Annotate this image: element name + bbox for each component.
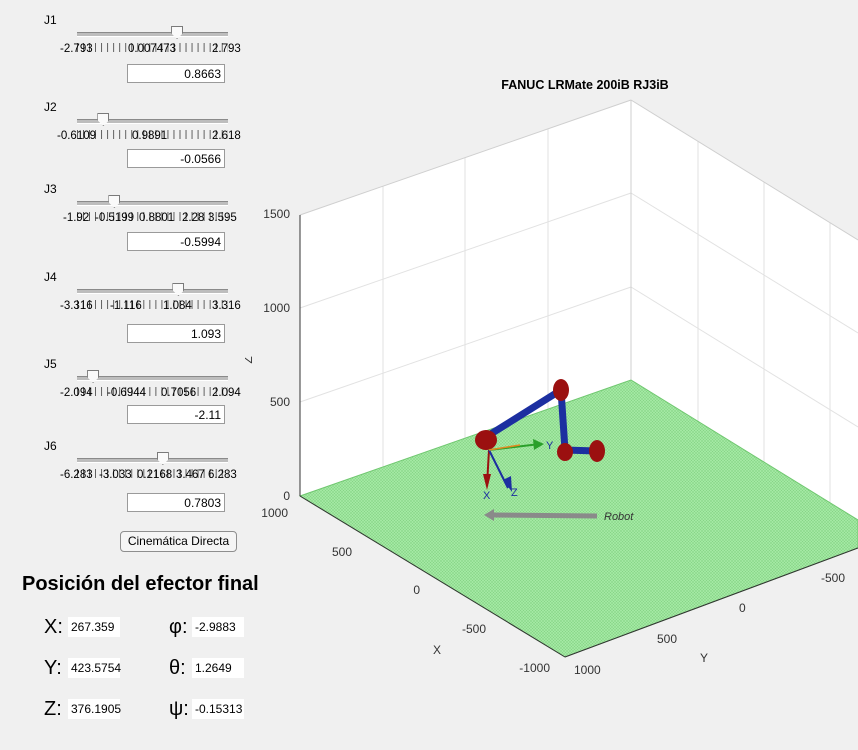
z-tick-label: 0: [283, 489, 290, 503]
robot-3d-plot[interactable]: 1500 1000 500 0 Z 1000 500 0 -500 -1000 …: [245, 60, 858, 750]
tick-label: -1.92: [63, 212, 90, 224]
slider-ticks: [77, 387, 228, 396]
slider-thumb[interactable]: [156, 452, 169, 465]
y-label: Y:: [44, 657, 62, 679]
j4-slider[interactable]: [77, 282, 228, 309]
joint-j2: J2 -0.6109 0.9891 2.618 -0.0566: [0, 100, 250, 192]
z-tick-label: 1000: [263, 301, 290, 315]
tick-label: -0.5199: [95, 212, 135, 224]
tick-label: 0.8801: [139, 212, 175, 224]
tick-label: 3.467: [176, 469, 205, 481]
theta-value-field[interactable]: 1.2649: [192, 658, 244, 678]
robot-joint: [589, 440, 605, 462]
y-tick-label: 500: [657, 632, 677, 646]
slider-track: [77, 458, 228, 463]
phi-value-field[interactable]: -2.9883: [192, 617, 244, 637]
frame-z-label: Z: [511, 487, 518, 499]
joint-j1: J1 -2.793 0.007473 2.793 0.8663: [0, 13, 250, 105]
tick-label: -0.6944: [107, 387, 147, 399]
slider-track: [77, 201, 228, 206]
joint-j6: J6 -6.283 -3.033 0.2168 3.467 6.283 0.78…: [0, 439, 250, 531]
x-axis-label: X: [433, 643, 441, 657]
joint-label: J1: [44, 13, 57, 27]
joint-label: J6: [44, 439, 57, 453]
x-tick-label: -500: [462, 622, 486, 636]
y-tick-label: -500: [821, 571, 845, 585]
theta-label: θ:: [169, 657, 186, 679]
tick-label: 2.094: [212, 387, 241, 399]
tick-label: 0.7056: [161, 387, 197, 399]
tick-label: -2.793: [60, 43, 93, 55]
joint-label: J4: [44, 270, 57, 284]
tick-label: -3.033: [99, 469, 132, 481]
z-tick-label: 500: [270, 395, 290, 409]
j5-slider[interactable]: [77, 369, 228, 396]
y-axis-label: Y: [700, 651, 708, 665]
z-tick-label: 1500: [263, 207, 290, 221]
joint-label: J2: [44, 100, 57, 114]
joint-j3: J3 -1.92 -0.5199 0.8801 2.28 3.595 -0.59…: [0, 182, 250, 274]
slider-thumb[interactable]: [97, 113, 110, 126]
tick-label: -6.283: [60, 469, 93, 481]
joint-label: J5: [44, 357, 57, 371]
end-effector-title: Posición del efector final: [22, 573, 259, 595]
robot-joint: [475, 430, 497, 450]
phi-label: φ:: [169, 616, 188, 638]
tick-label: 6.283: [208, 469, 237, 481]
tick-label: 1.084: [163, 300, 192, 312]
slider-ticks: [77, 300, 228, 309]
joint-j4: J4 -3.316 -1.116 1.084 3.316 1.093: [0, 270, 250, 362]
x-tick-label: 0: [413, 583, 420, 597]
robot-joint: [553, 379, 569, 401]
psi-value-field[interactable]: -0.15313: [192, 699, 244, 719]
slider-thumb[interactable]: [87, 370, 100, 383]
x-tick-label: 1000: [261, 506, 288, 520]
j3-value-field[interactable]: -0.5994: [127, 232, 225, 251]
j1-value-field[interactable]: 0.8663: [127, 64, 225, 83]
tick-label: -2.094: [60, 387, 93, 399]
j2-value-field[interactable]: -0.0566: [127, 149, 225, 168]
frame-y-label: Y: [546, 440, 554, 452]
x-value-field[interactable]: 267.359: [68, 617, 120, 637]
tick-label: -3.316: [60, 300, 93, 312]
j4-value-field[interactable]: 1.093: [127, 324, 225, 343]
tick-label: 0.007473: [128, 43, 176, 55]
y-tick-label: 1000: [574, 663, 601, 677]
tick-label: 3.316: [212, 300, 241, 312]
j5-value-field[interactable]: -2.11: [127, 405, 225, 424]
robot-arrow: [489, 512, 598, 519]
tick-label: 2.793: [212, 43, 241, 55]
cinematica-directa-button[interactable]: Cinemática Directa: [120, 531, 237, 552]
y-tick-label: 0: [739, 601, 746, 615]
robot-joint: [557, 443, 573, 461]
tick-label: 2.28: [182, 212, 205, 224]
j6-value-field[interactable]: 0.7803: [127, 493, 225, 512]
frame-x-label: X: [483, 490, 491, 502]
tick-label: -1.116: [110, 300, 142, 312]
slider-thumb[interactable]: [108, 195, 121, 208]
x-label: X:: [44, 616, 63, 638]
slider-track: [77, 376, 228, 381]
slider-thumb[interactable]: [172, 283, 185, 296]
z-value-field[interactable]: 376.1905: [68, 699, 121, 719]
tick-label: 2.618: [212, 130, 241, 142]
z-axis-label: Z: [245, 356, 255, 363]
tick-label: 0.9891: [132, 130, 168, 142]
tick-label: -0.6109: [57, 130, 97, 142]
slider-track: [77, 32, 228, 37]
x-tick-label: -1000: [519, 661, 550, 675]
slider-track: [77, 289, 228, 294]
tick-label: 0.2168: [137, 469, 173, 481]
tick-label: 3.595: [208, 212, 237, 224]
x-tick-label: 500: [332, 545, 352, 559]
y-value-field[interactable]: 423.5754: [68, 658, 121, 678]
slider-thumb[interactable]: [171, 26, 184, 39]
joint-j5: J5 -2.094 -0.6944 0.7056 2.094 -2.11: [0, 357, 250, 449]
robot-label: Robot: [604, 511, 634, 523]
psi-label: ψ:: [169, 698, 189, 720]
z-label: Z:: [44, 698, 62, 720]
joint-label: J3: [44, 182, 57, 196]
